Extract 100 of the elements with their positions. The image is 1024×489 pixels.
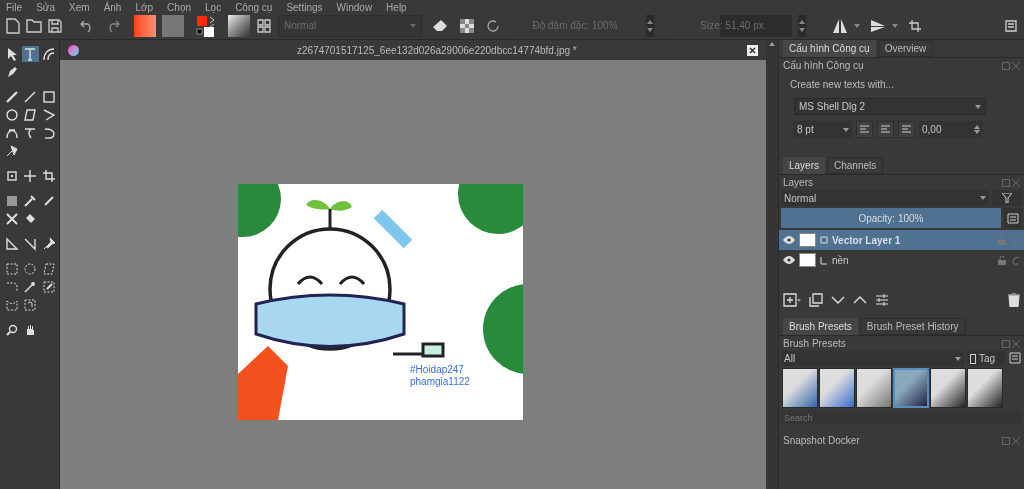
multibrush-icon[interactable] (4, 144, 19, 158)
gradient-icon[interactable] (4, 194, 19, 208)
reload-icon[interactable] (486, 18, 500, 33)
docker-menu-icon[interactable] (1008, 351, 1022, 365)
mirror-vertical-icon[interactable] (870, 18, 886, 33)
ellipse-icon[interactable] (4, 108, 19, 122)
brush-preset-thumbnail[interactable] (967, 368, 1003, 408)
rectangle-select-icon[interactable] (4, 262, 19, 276)
magic-wand-icon[interactable] (23, 280, 38, 294)
crop-icon[interactable] (908, 18, 922, 33)
document-tab-title[interactable]: z2674701517125_6ee132d026a29006e220dbcc14774bfd.jpg * (297, 42, 577, 58)
pattern-swatch[interactable] (162, 14, 184, 37)
docker-tab[interactable]: Brush Preset History (859, 318, 966, 335)
filter-button[interactable] (992, 190, 1022, 206)
calligraphy-icon[interactable] (41, 47, 56, 61)
brush-preset-thumbnail[interactable] (782, 368, 818, 408)
redo-icon[interactable] (106, 18, 120, 33)
zoom-icon[interactable] (4, 323, 19, 337)
brush-preset-thumbnail[interactable] (228, 14, 250, 37)
docker-tab[interactable]: Layers (783, 157, 825, 174)
menu-item[interactable]: Settings (286, 4, 323, 12)
menu-item[interactable]: Lớp (135, 4, 154, 12)
checkerboard-icon[interactable] (460, 18, 474, 33)
filter-dropdown[interactable]: All (781, 351, 964, 366)
polyline-icon[interactable] (41, 108, 56, 122)
spin-arrows-icon[interactable] (646, 14, 654, 37)
font-dropdown[interactable]: MS Shell Dlg 2 (794, 98, 986, 115)
magnetic-select-icon[interactable] (23, 298, 38, 312)
brush-preset-thumbnail[interactable] (893, 368, 929, 408)
docker-tab[interactable]: Channels (827, 157, 884, 174)
polygon-select-icon[interactable] (41, 262, 56, 276)
undo-icon[interactable] (80, 18, 94, 33)
menu-item[interactable]: Help (386, 4, 407, 12)
brush-preset-thumbnail[interactable] (930, 368, 966, 408)
menu-item[interactable]: Chọn (167, 4, 191, 12)
align-left-button[interactable] (856, 121, 873, 138)
menu-item[interactable]: Xem (69, 4, 90, 12)
eye-icon[interactable] (783, 256, 795, 264)
docker-tab[interactable]: Overview (877, 40, 934, 57)
font-size-dropdown[interactable]: 8 pt (794, 121, 852, 138)
duplicate-icon[interactable] (809, 293, 823, 307)
layer-properties-button[interactable] (1004, 208, 1022, 228)
spin-arrows-icon[interactable] (798, 14, 806, 37)
add-layer-icon[interactable] (783, 293, 801, 307)
krita-logo-icon (68, 44, 79, 56)
caret-icon (955, 356, 961, 361)
align-center-button[interactable] (877, 121, 894, 138)
spacing-spinbox[interactable]: 0,00 (919, 121, 983, 138)
menu-item[interactable]: File (6, 4, 23, 12)
brush-preset-thumbnail[interactable] (856, 368, 892, 408)
tag-dropdown[interactable]: Tag (967, 351, 1005, 366)
layer-row[interactable]: Vector Layer 1 (779, 230, 1024, 250)
line-icon[interactable] (23, 90, 38, 104)
scrollbar[interactable] (766, 40, 778, 489)
save-icon[interactable] (48, 18, 62, 33)
close-icon[interactable] (747, 44, 758, 56)
menu-item[interactable]: Sửa (36, 4, 56, 12)
docker-tab[interactable]: Brush Presets (783, 318, 858, 335)
move-icon[interactable] (23, 169, 38, 183)
caret-icon (410, 23, 416, 28)
docker-tab[interactable]: Cấu hình Công cụ (783, 40, 876, 57)
canvas-area[interactable]: #Hoidap247 phamgia1122 (60, 60, 766, 489)
eyedropper-icon[interactable] (23, 194, 38, 208)
folder-icon[interactable] (26, 18, 42, 33)
align-right-button[interactable] (898, 121, 915, 138)
docker-menu-icon[interactable] (1004, 18, 1018, 33)
layer-row[interactable]: nền (779, 250, 1024, 270)
grid-icon[interactable] (256, 17, 272, 34)
list-icon (1007, 212, 1019, 224)
mirror-horizontal-icon[interactable] (832, 17, 848, 34)
pushpin-icon[interactable] (41, 237, 56, 251)
gradient-swatch[interactable] (134, 14, 156, 37)
brush-preset-thumbnail[interactable] (819, 368, 855, 408)
brush-icon[interactable] (4, 90, 19, 104)
menu-item[interactable]: Lọc (205, 4, 222, 12)
ellipse-select-icon[interactable] (23, 262, 38, 276)
bezier-select-icon[interactable] (4, 298, 19, 312)
opacity-slider[interactable]: Opacity: 100% (781, 208, 1001, 228)
sliders-icon[interactable] (875, 293, 889, 307)
eye-icon[interactable] (783, 236, 795, 244)
blend-mode-dropdown[interactable]: Normal (781, 190, 989, 206)
fill-pattern-icon[interactable] (4, 212, 19, 226)
menu-item[interactable]: Window (336, 4, 373, 12)
search-field[interactable]: Search (781, 410, 1022, 425)
polygon-icon[interactable] (23, 108, 38, 122)
similar-select-icon[interactable] (41, 280, 56, 294)
eraser-icon[interactable] (432, 18, 448, 33)
transform-icon[interactable] (4, 169, 19, 183)
ruler-icon[interactable] (4, 237, 19, 251)
new-document-icon[interactable] (6, 17, 20, 34)
rectangle-icon[interactable] (41, 90, 56, 104)
freehand-select-icon[interactable] (4, 280, 19, 294)
crop-icon[interactable] (41, 169, 56, 183)
section-heading: Create new texts with... (790, 78, 895, 92)
bezier-curve-icon[interactable] (4, 126, 19, 140)
menu-item[interactable]: Công cụ (235, 4, 273, 12)
lock-icon[interactable] (998, 255, 1006, 265)
freehand-path-icon[interactable] (23, 126, 38, 140)
measure-icon[interactable] (23, 237, 38, 251)
trash-icon[interactable] (1008, 293, 1020, 307)
